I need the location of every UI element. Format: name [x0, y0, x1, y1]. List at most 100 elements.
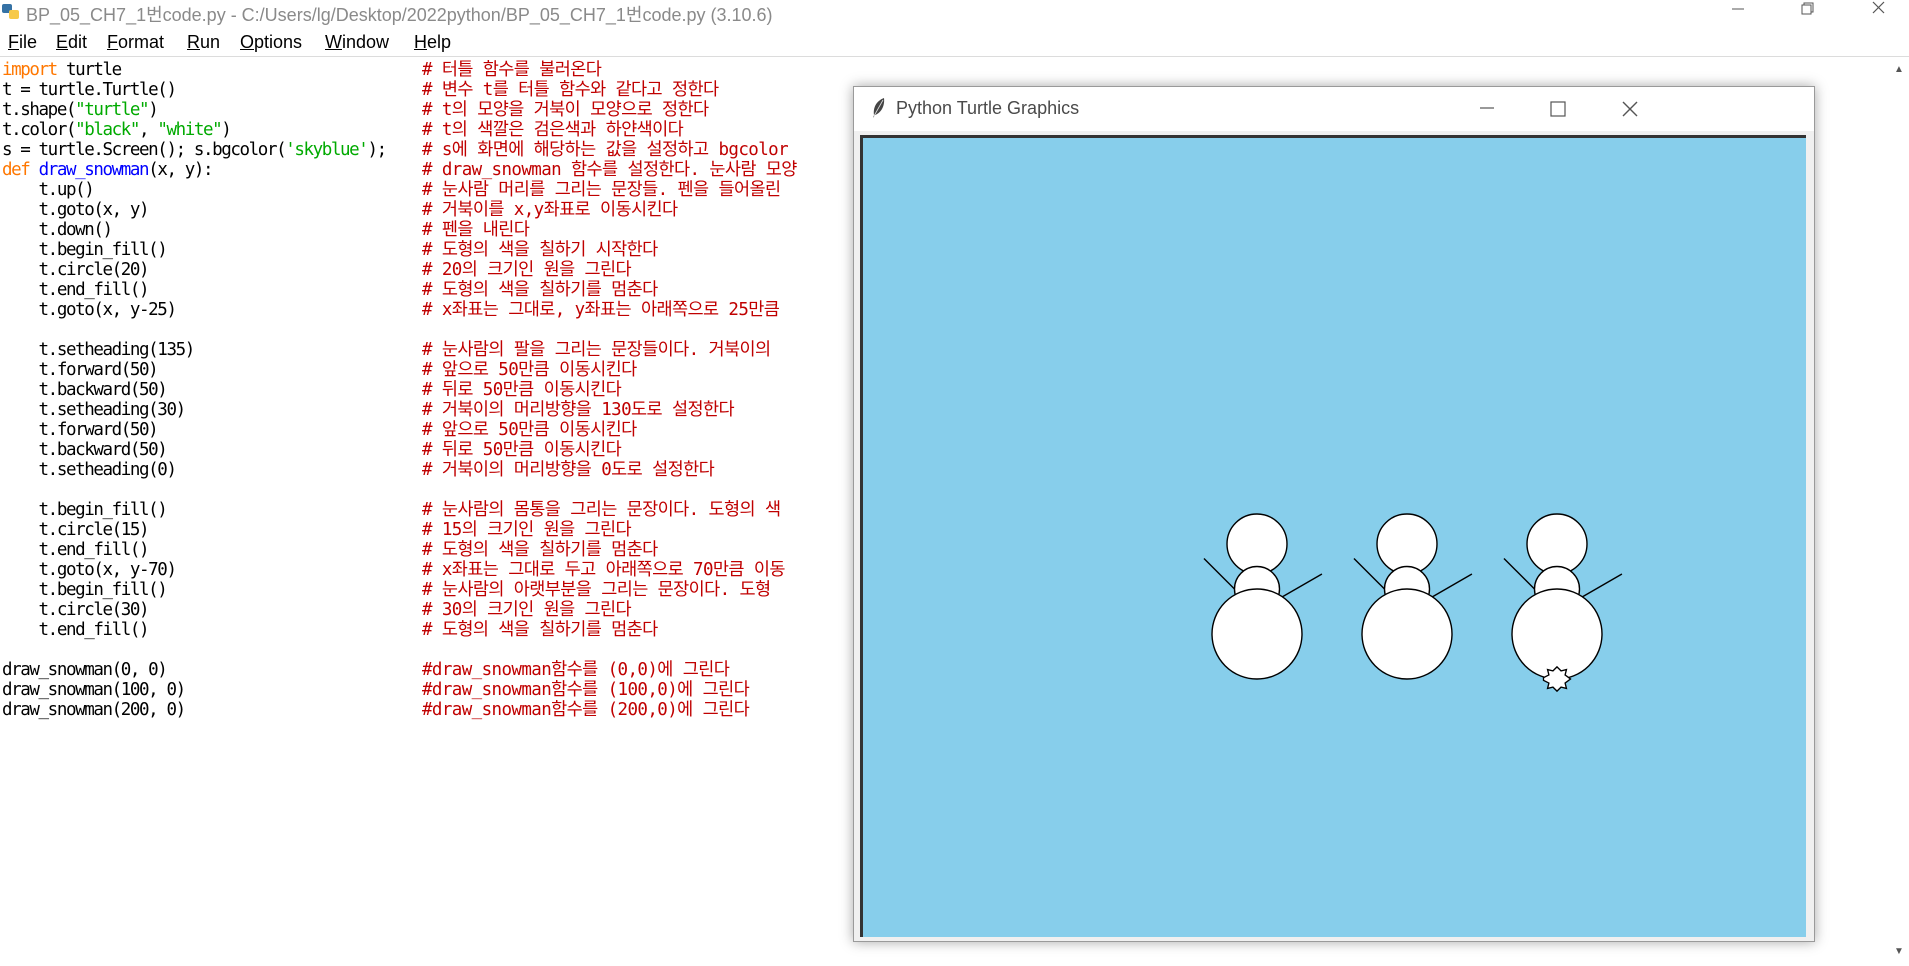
code-token: t.circle(30) [2, 600, 150, 620]
code-token-str: "turtle" [75, 100, 149, 120]
code-token: t.forward(50) [2, 360, 159, 380]
code-token: , [139, 120, 158, 140]
turtle-maximize-button[interactable] [1537, 95, 1577, 123]
code-token-str: "black" [75, 120, 140, 140]
code-line: t.goto(x, y-25) [2, 300, 177, 320]
menu-file[interactable]: File [8, 32, 37, 53]
code-token: t.setheading(0) [2, 460, 177, 480]
code-line: t.setheading(135) [2, 340, 196, 360]
snowman-base [1361, 588, 1453, 680]
code-comment: # draw_snowman 함수를 설정한다. 눈사람 모양 [422, 160, 797, 180]
code-token: t.setheading(30) [2, 400, 187, 420]
code-token: s = turtle.Screen(); s.bgcolor( [2, 140, 287, 160]
code-token: t.circle(15) [2, 520, 150, 540]
scroll-up-icon[interactable]: ▲ [1894, 64, 1904, 75]
code-token: t.forward(50) [2, 420, 159, 440]
code-token: t.end_fill() [2, 280, 150, 300]
code-token-kw: def [2, 160, 31, 180]
menu-options[interactable]: Options [240, 32, 302, 53]
code-token: t.down() [2, 220, 114, 240]
code-comment: # 도형의 색을 칠하기를 멈춘다 [422, 540, 658, 560]
scroll-down-icon[interactable]: ▼ [1894, 946, 1904, 957]
code-token: t.setheading(135) [2, 340, 196, 360]
code-comment: # s에 화면에 해당하는 값을 설정하고 bgcolor [422, 140, 789, 160]
code-token: t.shape( [2, 100, 76, 120]
menu-divider [0, 56, 1909, 57]
feather-icon [873, 98, 885, 118]
code-comment: # x좌표는 그대로, y좌표는 아래쪽으로 25만큼 [422, 300, 780, 320]
turtle-close-button[interactable] [1609, 95, 1649, 123]
code-line: t.shape("turtle") [2, 100, 159, 120]
turtle-icon [1542, 665, 1572, 693]
code-token-fn: draw_snowman [38, 160, 150, 180]
code-comment: # 도형의 색을 칠하기를 멈춘다 [422, 620, 658, 640]
turtle-minimize-button[interactable] [1466, 95, 1506, 123]
code-token: t.begin_fill() [2, 240, 168, 260]
code-token: t.goto(x, y) [2, 200, 150, 220]
close-button[interactable] [1850, 0, 1906, 22]
code-token: t.goto(x, y-70) [2, 560, 177, 580]
code-token: t.circle(20) [2, 260, 150, 280]
minimize-button[interactable] [1710, 0, 1766, 22]
window-titlebar[interactable]: BP_05_CH7_1번code.py - C:/Users/lg/Deskto… [0, 0, 1909, 28]
code-line: t.color("black", "white") [2, 120, 232, 140]
code-comment: # 도형의 색을 칠하기를 멈춘다 [422, 280, 658, 300]
code-comment: # 20의 크기인 원을 그린다 [422, 260, 632, 280]
code-comment: # 펜을 내린다 [422, 220, 530, 240]
code-comment: # 눈사람의 몸통을 그리는 문장이다. 도형의 색 [422, 500, 781, 520]
menu-edit[interactable]: Edit [56, 32, 87, 53]
code-line: t.end_fill() [2, 280, 150, 300]
code-line: t.forward(50) [2, 360, 159, 380]
code-line: t.setheading(30) [2, 400, 187, 420]
code-comment: # 변수 t를 터틀 함수와 같다고 정한다 [422, 80, 719, 100]
code-comment: # 거북이의 머리방향을 0도로 설정한다 [422, 460, 715, 480]
menu-help[interactable]: Help [414, 32, 451, 53]
restore-button[interactable] [1780, 0, 1836, 22]
code-line: t.begin_fill() [2, 240, 168, 260]
code-token: draw_snowman(200, 0) [2, 700, 186, 720]
code-comment: # t의 색깔은 검은색과 하얀색이다 [422, 120, 684, 140]
code-line: s = turtle.Screen(); s.bgcolor('skyblue'… [2, 140, 387, 160]
code-comment: #draw_snowman함수를 (200,0)에 그린다 [422, 700, 750, 720]
code-token: turtle [56, 60, 122, 80]
code-line: t.up() [2, 180, 95, 200]
code-line: t.end_fill() [2, 620, 150, 640]
turtle-window-title: Python Turtle Graphics [896, 98, 1080, 118]
close-icon [1622, 101, 1638, 117]
minimize-icon [1732, 8, 1744, 10]
restore-icon [1801, 2, 1814, 15]
snowman-base [1211, 588, 1303, 680]
code-token: t.backward(50) [2, 380, 168, 400]
code-comment: # 터틀 함수를 불러온다 [422, 60, 602, 80]
code-line: t.backward(50) [2, 380, 168, 400]
code-comment: # 거북이를 x,y좌표로 이동시킨다 [422, 200, 678, 220]
menu-format[interactable]: Format [107, 32, 164, 53]
code-token: draw_snowman(100, 0) [2, 680, 186, 700]
snowman-head [1526, 513, 1588, 575]
turtle-drawing [1203, 513, 1623, 693]
code-token: t.end_fill() [2, 620, 150, 640]
code-token: ); [367, 140, 387, 160]
menu-bar: File Edit Format Run Options Window Help [0, 30, 1909, 56]
turtle-graphics-window[interactable]: Python Turtle Graphics [853, 86, 1815, 942]
code-token: t.color( [2, 120, 76, 140]
code-line: draw_snowman(0, 0) [2, 660, 168, 680]
code-token: t.up() [2, 180, 95, 200]
code-comment: # 거북이의 머리방향을 130도로 설정한다 [422, 400, 735, 420]
code-token: t.begin_fill() [2, 580, 168, 600]
code-token-str: 'skyblue' [285, 140, 369, 160]
code-token: t.begin_fill() [2, 500, 168, 520]
code-line: t.begin_fill() [2, 500, 168, 520]
code-line: t.setheading(0) [2, 460, 177, 480]
vertical-scrollbar[interactable]: ▲ ▼ [1890, 60, 1909, 966]
code-line: draw_snowman(100, 0) [2, 680, 186, 700]
menu-window[interactable]: Window [325, 32, 389, 53]
code-token: (x, y): [148, 160, 213, 180]
menu-run[interactable]: Run [187, 32, 220, 53]
turtle-window-titlebar[interactable]: Python Turtle Graphics [854, 87, 1814, 131]
code-comment: # 15의 크기인 원을 그린다 [422, 520, 632, 540]
code-line: t.goto(x, y) [2, 200, 150, 220]
turtle-canvas[interactable] [860, 135, 1806, 937]
code-token: t.end_fill() [2, 540, 150, 560]
